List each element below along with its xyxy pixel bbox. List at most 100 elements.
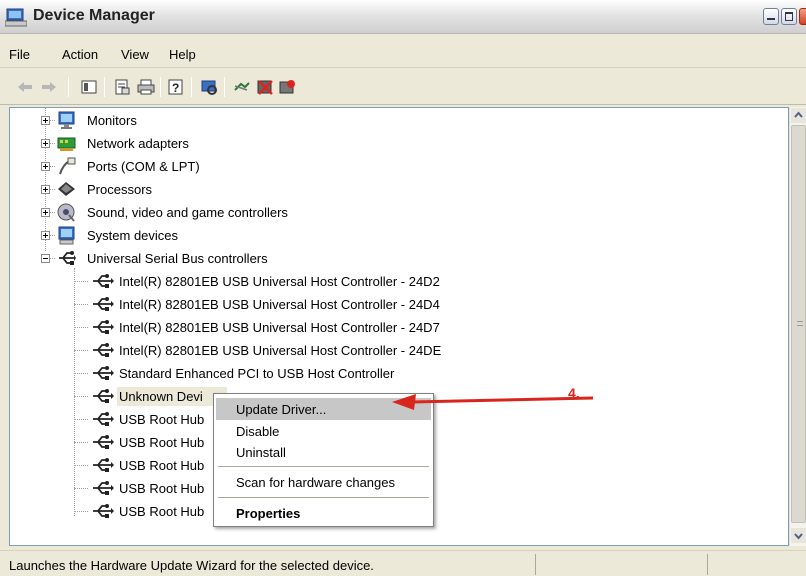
- status-bar: Launches the Hardware Update Wizard for …: [0, 550, 806, 576]
- print-icon[interactable]: [137, 78, 155, 96]
- tree-device[interactable]: Intel(R) 82801EB USB Universal Host Cont…: [91, 294, 491, 315]
- status-pane: [707, 554, 806, 575]
- tree-category-ports[interactable]: Ports (COM & LPT): [41, 156, 341, 177]
- tree-device[interactable]: Intel(R) 82801EB USB Universal Host Cont…: [91, 317, 491, 338]
- back-icon[interactable]: [16, 78, 34, 96]
- context-separator: [218, 497, 429, 498]
- tree-category-monitors[interactable]: Monitors: [41, 110, 341, 131]
- tree-device-label: Intel(R) 82801EB USB Universal Host Cont…: [119, 297, 440, 312]
- context-separator: [218, 466, 429, 467]
- port-icon: [59, 157, 76, 175]
- help-icon[interactable]: ?: [167, 78, 185, 96]
- tree-category-label: Processors: [87, 182, 153, 197]
- tree-device[interactable]: USB Root Hub: [91, 409, 231, 430]
- context-item-label: Scan for hardware changes: [236, 475, 395, 490]
- usb-icon: [93, 366, 114, 380]
- tree-device[interactable]: USB Root Hub: [91, 432, 231, 453]
- status-text: Launches the Hardware Update Wizard for …: [9, 558, 374, 573]
- context-menu: Update Driver... Disable Uninstall Scan …: [213, 393, 434, 527]
- tree-device-label: Unknown Devi: [119, 389, 203, 404]
- chevron-up-icon: [794, 111, 803, 118]
- menu-bar: File Action View Help: [0, 34, 806, 68]
- expand-icon[interactable]: [41, 116, 50, 125]
- system-devices-icon: [58, 226, 75, 245]
- forward-icon[interactable]: [40, 78, 58, 96]
- context-properties[interactable]: Properties: [216, 502, 431, 524]
- sound-icon: [57, 203, 75, 222]
- usb-icon: [93, 320, 114, 334]
- tree-device-label: USB Root Hub: [119, 458, 205, 473]
- toolbar: ?: [0, 68, 806, 105]
- minimize-button[interactable]: [763, 8, 779, 25]
- properties-icon[interactable]: [113, 78, 131, 96]
- menu-view[interactable]: View: [121, 47, 149, 62]
- expand-icon[interactable]: [41, 208, 50, 217]
- expand-icon[interactable]: [41, 139, 50, 148]
- scroll-thumb[interactable]: [791, 125, 806, 523]
- context-update-driver[interactable]: Update Driver...: [216, 398, 431, 420]
- context-disable[interactable]: Disable: [216, 420, 431, 442]
- expand-icon[interactable]: [41, 231, 50, 240]
- collapse-icon[interactable]: [41, 254, 50, 263]
- context-item-label: Properties: [236, 506, 301, 521]
- console-tree-icon[interactable]: [80, 78, 98, 96]
- usb-icon: [93, 481, 114, 495]
- title-bar: Device Manager: [0, 0, 806, 34]
- uninstall-icon[interactable]: [256, 78, 274, 96]
- tree-device[interactable]: Standard Enhanced PCI to USB Host Contro…: [91, 363, 491, 384]
- tree-category-system-devices[interactable]: System devices: [41, 225, 341, 246]
- tree-device-label: Standard Enhanced PCI to USB Host Contro…: [119, 366, 395, 381]
- update-driver-icon[interactable]: [233, 78, 251, 96]
- annotation-step-number: 4.: [568, 385, 580, 401]
- expand-icon[interactable]: [41, 185, 50, 194]
- maximize-button[interactable]: [781, 8, 797, 25]
- status-pane: [535, 554, 707, 575]
- tree-device-selected[interactable]: Unknown Devi: [91, 386, 231, 407]
- tree-category-label: Ports (COM & LPT): [87, 159, 200, 174]
- usb-icon: [93, 435, 114, 449]
- tree-category-usb-controllers[interactable]: Universal Serial Bus controllers: [41, 248, 341, 269]
- scan-hardware-icon[interactable]: [200, 78, 218, 96]
- tree-device[interactable]: Intel(R) 82801EB USB Universal Host Cont…: [91, 340, 491, 361]
- menu-action[interactable]: Action: [62, 47, 98, 62]
- context-item-label: Uninstall: [236, 445, 286, 460]
- network-adapter-icon: [57, 137, 76, 151]
- usb-icon: [59, 251, 76, 265]
- tree-device-label: USB Root Hub: [119, 412, 205, 427]
- tree-category-processors[interactable]: Processors: [41, 179, 341, 200]
- tree-device[interactable]: USB Root Hub: [91, 501, 231, 522]
- svg-text:?: ?: [172, 81, 179, 95]
- tree-device-label: USB Root Hub: [119, 481, 205, 496]
- usb-icon: [93, 343, 114, 357]
- tree-category-label: System devices: [87, 228, 179, 243]
- close-button[interactable]: [799, 8, 806, 25]
- window-title: Device Manager: [33, 7, 155, 24]
- usb-icon: [93, 389, 114, 403]
- chevron-down-icon: [794, 533, 803, 540]
- tree-category-label: Network adapters: [87, 136, 189, 151]
- tree-device-label: Intel(R) 82801EB USB Universal Host Cont…: [119, 274, 440, 289]
- tree-device[interactable]: Intel(R) 82801EB USB Universal Host Cont…: [91, 271, 491, 292]
- menu-file[interactable]: File: [9, 47, 30, 62]
- tree-category-network-adapters[interactable]: Network adapters: [41, 133, 341, 154]
- tree-device[interactable]: USB Root Hub: [91, 455, 231, 476]
- tree-category-label: Monitors: [87, 113, 137, 128]
- usb-icon: [93, 458, 114, 472]
- tree-device-label: Intel(R) 82801EB USB Universal Host Cont…: [119, 320, 440, 335]
- processor-icon: [58, 182, 75, 196]
- menu-help[interactable]: Help: [169, 47, 196, 62]
- scroll-up-button[interactable]: [791, 108, 806, 123]
- scroll-down-button[interactable]: [791, 528, 806, 543]
- context-scan-hardware[interactable]: Scan for hardware changes: [216, 471, 431, 493]
- tree-category-sound[interactable]: Sound, video and game controllers: [41, 202, 361, 223]
- vertical-scrollbar[interactable]: [789, 107, 806, 546]
- usb-icon: [93, 504, 114, 518]
- tree-category-label: Universal Serial Bus controllers: [87, 251, 268, 266]
- usb-icon: [93, 274, 114, 288]
- tree-device[interactable]: USB Root Hub: [91, 478, 231, 499]
- context-uninstall[interactable]: Uninstall: [216, 441, 431, 463]
- disable-icon[interactable]: [278, 78, 296, 96]
- expand-icon[interactable]: [41, 162, 50, 171]
- tree-category-label: Sound, video and game controllers: [87, 205, 288, 220]
- context-item-label: Disable: [236, 424, 280, 439]
